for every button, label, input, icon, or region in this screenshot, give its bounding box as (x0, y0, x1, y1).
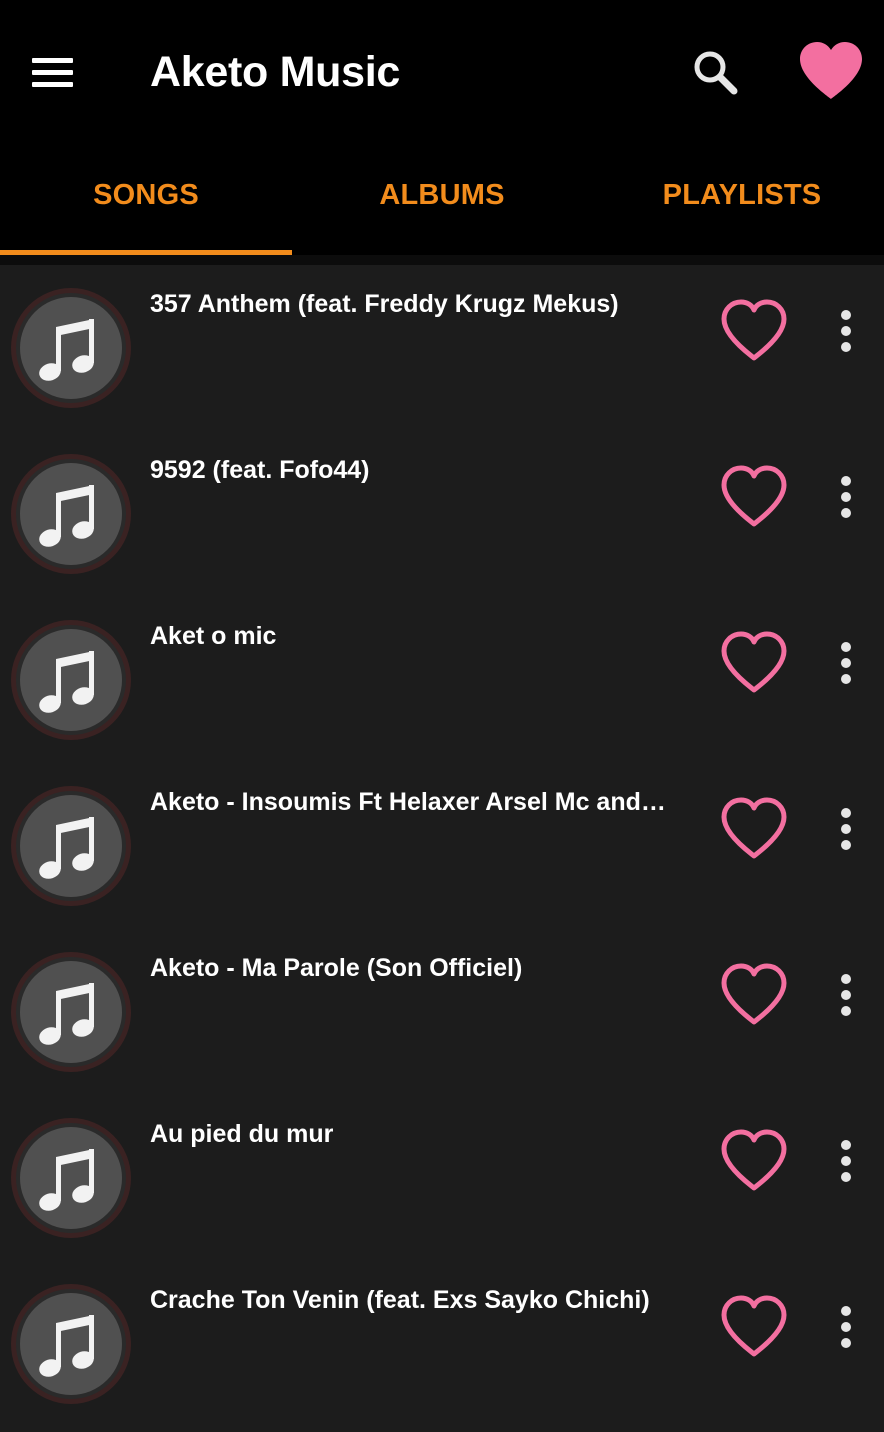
tab-songs[interactable]: SONGS (0, 145, 292, 255)
tab-playlists[interactable]: PLAYLISTS (592, 145, 884, 255)
music-note-icon (10, 785, 132, 907)
song-list-item[interactable]: Crache Ton Venin (feat. Exs Sayko Chichi… (0, 1261, 884, 1427)
song-title: 9592 (feat. Fofo44) (150, 456, 370, 484)
music-note-icon (10, 1117, 132, 1239)
music-note-icon (10, 951, 132, 1073)
more-vertical-icon[interactable] (826, 971, 866, 1019)
song-title: Crache Ton Venin (feat. Exs Sayko Chichi… (150, 1286, 650, 1314)
song-list: 357 Anthem (feat. Freddy Krugz Mekus) 95… (0, 265, 884, 1427)
heart-outline-icon[interactable] (718, 1127, 790, 1193)
hamburger-menu-icon[interactable] (30, 55, 76, 89)
music-note-icon (10, 453, 132, 575)
more-vertical-icon[interactable] (826, 473, 866, 521)
song-list-item[interactable]: Au pied du mur (0, 1095, 884, 1261)
more-vertical-icon[interactable] (826, 307, 866, 355)
heart-outline-icon[interactable] (718, 961, 790, 1027)
more-vertical-icon[interactable] (826, 639, 866, 687)
tab-bar: SONGS ALBUMS PLAYLISTS (0, 145, 884, 265)
heart-outline-icon[interactable] (718, 795, 790, 861)
heart-outline-icon[interactable] (718, 1293, 790, 1359)
heart-outline-icon[interactable] (718, 297, 790, 363)
more-vertical-icon[interactable] (826, 1137, 866, 1185)
song-list-item[interactable]: Aketo - Insoumis Ft Helaxer Arsel Mc and… (0, 763, 884, 929)
heart-outline-icon[interactable] (718, 629, 790, 695)
song-title: Aketo - Insoumis Ft Helaxer Arsel Mc and… (150, 788, 666, 816)
heart-filled-icon[interactable] (798, 40, 864, 102)
music-note-icon (10, 1283, 132, 1405)
more-vertical-icon[interactable] (826, 805, 866, 853)
song-title: Aketo - Ma Parole (Son Officiel) (150, 954, 523, 982)
song-title: 357 Anthem (feat. Freddy Krugz Mekus) (150, 290, 619, 318)
more-vertical-icon[interactable] (826, 1303, 866, 1351)
app-bar: Aketo Music (0, 0, 884, 145)
song-list-item[interactable]: 9592 (feat. Fofo44) (0, 431, 884, 597)
tab-bar-divider (0, 255, 884, 265)
music-note-icon (10, 287, 132, 409)
search-icon[interactable] (690, 47, 742, 99)
song-list-item[interactable]: Aketo - Ma Parole (Son Officiel) (0, 929, 884, 1095)
song-list-item[interactable]: Aket o mic (0, 597, 884, 763)
tab-albums[interactable]: ALBUMS (292, 145, 592, 255)
song-list-item[interactable]: 357 Anthem (feat. Freddy Krugz Mekus) (0, 265, 884, 431)
app-title: Aketo Music (150, 48, 400, 96)
song-title: Au pied du mur (150, 1120, 334, 1148)
song-title: Aket o mic (150, 622, 277, 650)
heart-outline-icon[interactable] (718, 463, 790, 529)
music-note-icon (10, 619, 132, 741)
